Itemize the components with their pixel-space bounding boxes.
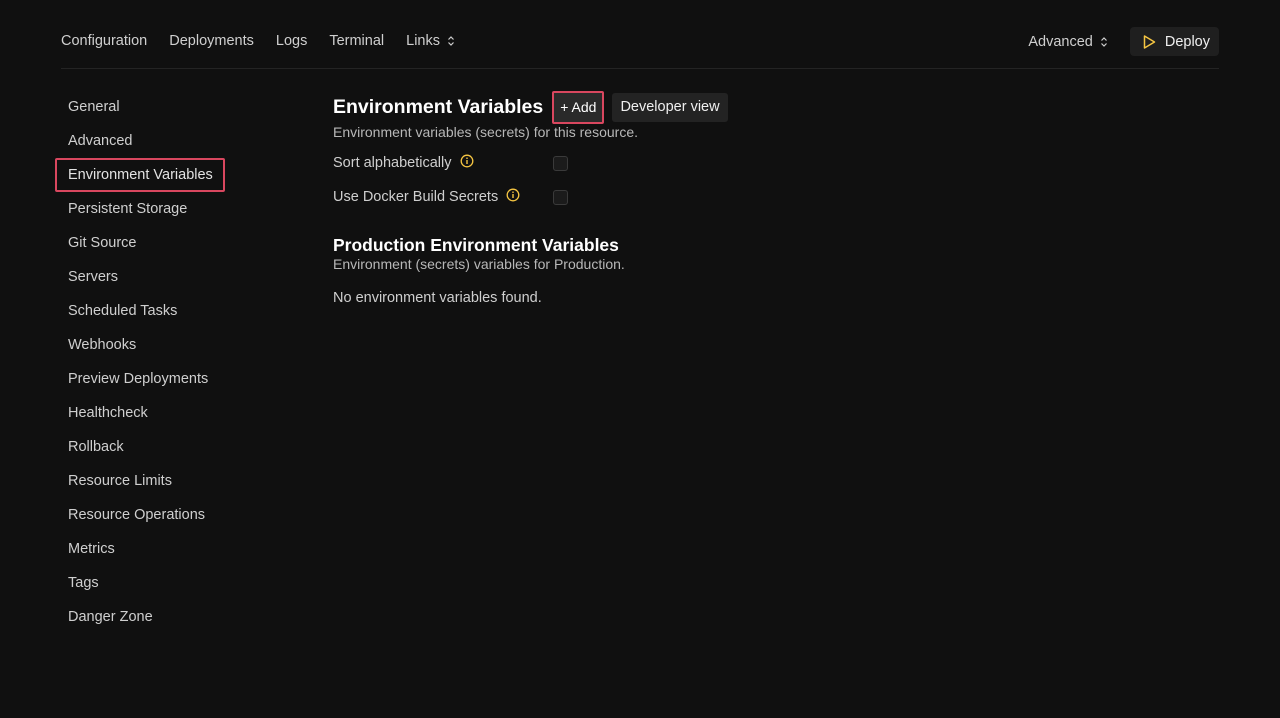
add-button-label: + Add xyxy=(560,99,597,115)
option-docker-build-secrets: Use Docker Build Secrets xyxy=(333,180,1033,214)
page-title: Environment Variables xyxy=(333,95,544,118)
main-content: Environment Variables + Add Developer vi… xyxy=(333,90,1033,306)
sort-alphabetically-label: Sort alphabetically xyxy=(333,155,452,171)
nav-logs-label: Logs xyxy=(275,33,308,49)
sidebar-item-label: Advanced xyxy=(68,133,133,149)
nav-configuration-label: Configuration xyxy=(61,33,148,49)
nav-deployments-label: Deployments xyxy=(169,33,254,49)
nav-terminal-label: Terminal xyxy=(329,33,385,49)
option-label: Sort alphabetically xyxy=(333,154,474,171)
sidebar-item-scheduled-tasks[interactable]: Scheduled Tasks xyxy=(55,294,225,328)
play-icon xyxy=(1141,34,1157,50)
sort-alphabetically-checkbox[interactable] xyxy=(553,155,568,171)
option-sort-alphabetically: Sort alphabetically xyxy=(333,146,1033,180)
nav-links-dropdown[interactable]: Links xyxy=(406,33,455,49)
sidebar-item-environment-variables[interactable]: Environment Variables xyxy=(55,158,225,192)
sidebar-item-label: Healthcheck xyxy=(68,405,148,421)
developer-view-button[interactable]: Developer view xyxy=(612,92,728,122)
sidebar-item-webhooks[interactable]: Webhooks xyxy=(55,328,225,362)
sidebar-item-label: Resource Limits xyxy=(68,473,172,489)
sidebar-item-label: Danger Zone xyxy=(68,609,153,625)
option-label: Use Docker Build Secrets xyxy=(333,188,520,205)
sidebar-item-label: Rollback xyxy=(68,439,124,455)
sidebar-item-resource-operations[interactable]: Resource Operations xyxy=(55,498,225,532)
nav-logs[interactable]: Logs xyxy=(276,33,307,49)
settings-sidebar: General Advanced Environment Variables P… xyxy=(55,90,225,634)
sidebar-item-metrics[interactable]: Metrics xyxy=(55,532,225,566)
sidebar-item-rollback[interactable]: Rollback xyxy=(55,430,225,464)
page-description: Environment variables (secrets) for this… xyxy=(333,124,638,140)
top-actions: Advanced Deploy xyxy=(1028,27,1219,56)
sidebar-item-label: Scheduled Tasks xyxy=(68,303,178,319)
add-button[interactable]: + Add xyxy=(552,90,605,124)
sidebar-item-healthcheck[interactable]: Healthcheck xyxy=(55,396,225,430)
deploy-button[interactable]: Deploy xyxy=(1129,27,1219,56)
production-section-title: Production Environment Variables xyxy=(333,235,619,255)
title-row: Environment Variables + Add Developer vi… xyxy=(333,90,1033,124)
sidebar-item-label: General xyxy=(68,99,120,115)
sidebar-item-persistent-storage[interactable]: Persistent Storage xyxy=(55,192,225,226)
chevron-up-down-icon xyxy=(447,35,455,47)
sidebar-item-git-source[interactable]: Git Source xyxy=(55,226,225,260)
sidebar-item-label: Tags xyxy=(68,575,99,591)
sidebar-item-label: Persistent Storage xyxy=(68,201,188,217)
sidebar-item-advanced[interactable]: Advanced xyxy=(55,124,225,158)
nav-deployments[interactable]: Deployments xyxy=(169,33,254,49)
top-nav: Configuration Deployments Logs Terminal … xyxy=(61,33,477,49)
sidebar-item-label: Webhooks xyxy=(68,337,137,353)
sidebar-item-label: Git Source xyxy=(68,235,137,251)
sidebar-item-resource-limits[interactable]: Resource Limits xyxy=(55,464,225,498)
sidebar-item-danger-zone[interactable]: Danger Zone xyxy=(55,600,225,634)
nav-configuration[interactable]: Configuration xyxy=(61,33,147,49)
nav-terminal[interactable]: Terminal xyxy=(329,33,384,49)
sidebar-item-label: Resource Operations xyxy=(68,507,206,523)
production-section-description: Environment (secrets) variables for Prod… xyxy=(333,256,625,272)
info-icon[interactable] xyxy=(506,188,520,202)
docker-build-secrets-label: Use Docker Build Secrets xyxy=(333,189,499,205)
deploy-button-label: Deploy xyxy=(1164,33,1210,50)
nav-links-label: Links xyxy=(406,33,440,49)
sidebar-item-label: Servers xyxy=(68,269,118,285)
sidebar-item-label: Environment Variables xyxy=(68,167,213,183)
chevron-up-down-icon xyxy=(1100,36,1108,48)
sidebar-item-servers[interactable]: Servers xyxy=(55,260,225,294)
advanced-dropdown-label: Advanced xyxy=(1028,33,1093,50)
developer-view-label: Developer view xyxy=(620,99,720,115)
top-bar: Configuration Deployments Logs Terminal … xyxy=(61,0,1219,69)
info-icon[interactable] xyxy=(460,154,474,168)
sidebar-item-tags[interactable]: Tags xyxy=(55,566,225,600)
sidebar-item-label: Metrics xyxy=(68,541,115,557)
sidebar-item-preview-deployments[interactable]: Preview Deployments xyxy=(55,362,225,396)
docker-build-secrets-checkbox[interactable] xyxy=(553,189,568,205)
sidebar-item-label: Preview Deployments xyxy=(68,371,209,387)
sidebar-item-general[interactable]: General xyxy=(55,90,225,124)
advanced-dropdown[interactable]: Advanced xyxy=(1028,34,1108,50)
empty-state-message: No environment variables found. xyxy=(333,290,542,306)
